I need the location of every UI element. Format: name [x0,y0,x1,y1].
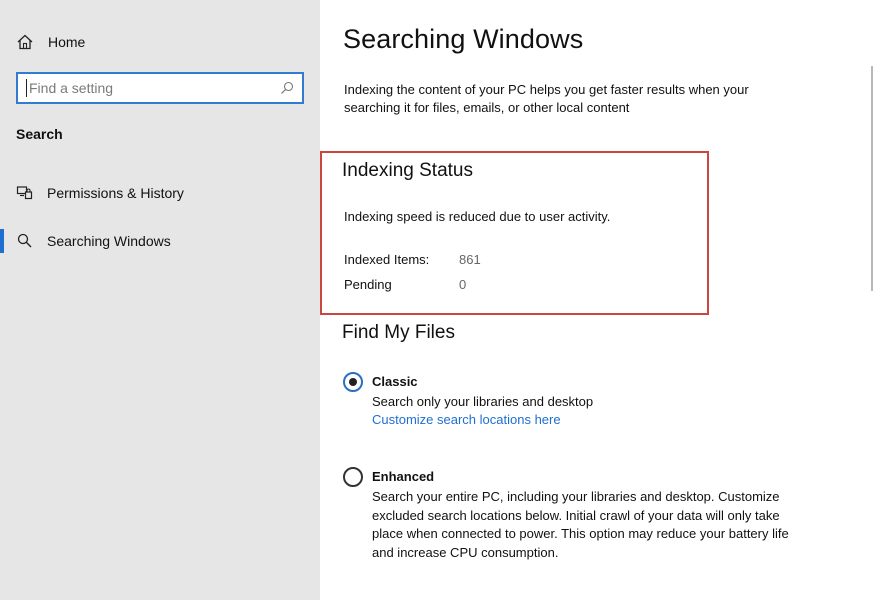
enhanced-radio[interactable] [343,467,363,487]
active-indicator [0,229,4,253]
nav-home[interactable]: Home [0,28,320,56]
sidebar-item-permissions-history[interactable]: Permissions & History [0,177,320,209]
pending-value: 0 [459,277,467,292]
indexing-status-message: Indexing speed is reduced due to user ac… [344,209,611,224]
classic-option-title[interactable]: Classic [372,374,418,389]
page-title: Searching Windows [343,24,584,54]
find-my-files-heading: Find My Files [342,322,455,343]
settings-search-box[interactable] [16,72,304,104]
classic-option-description: Search only your libraries and desktop [372,394,594,409]
radio-selected-dot [349,378,357,386]
search-input[interactable] [26,79,276,97]
indexed-items-label: Indexed Items: [344,252,430,267]
home-icon [17,34,33,50]
customize-search-locations-link[interactable]: Customize search locations here [372,412,561,427]
enhanced-option-title[interactable]: Enhanced [372,469,434,484]
permissions-icon [16,186,33,200]
classic-radio[interactable] [343,372,363,392]
sidebar: Home Search Permissions & History Search… [0,0,320,600]
indexed-items-value: 861 [459,252,481,267]
search-icon [17,233,32,248]
sidebar-section-title: Search [16,126,63,142]
main-content: Searching Windows Indexing the content o… [320,0,873,600]
sidebar-item-label: Searching Windows [47,233,171,249]
enhanced-option-description: Search your entire PC, including your li… [372,489,789,560]
home-label: Home [48,34,86,50]
intro-text: Indexing the content of your PC helps yo… [344,82,749,115]
sidebar-item-label: Permissions & History [47,185,184,201]
indexing-status-heading: Indexing Status [342,160,473,181]
search-icon[interactable] [280,81,294,95]
pending-label: Pending [344,277,392,292]
sidebar-item-searching-windows[interactable]: Searching Windows [0,225,320,257]
